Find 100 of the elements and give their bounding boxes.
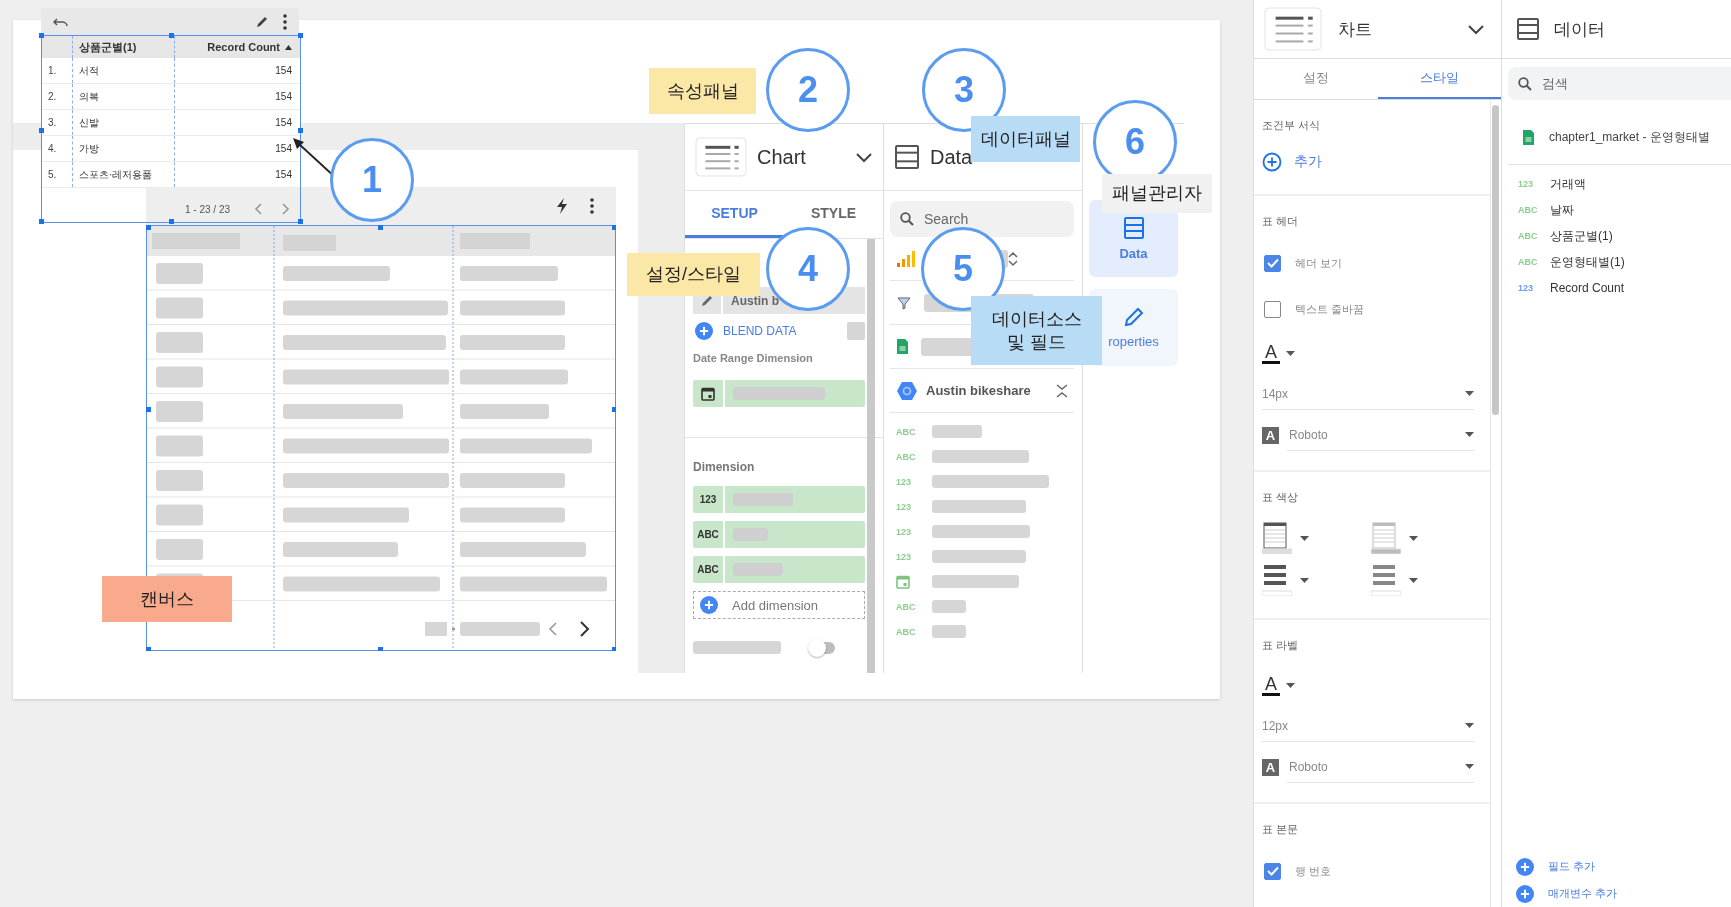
plus-icon[interactable]: [1262, 152, 1282, 172]
caret-icon[interactable]: [1465, 391, 1474, 396]
undo-icon[interactable]: [53, 16, 68, 27]
blend-data-link[interactable]: BLEND DATA: [723, 324, 797, 338]
row-number: 2.: [47, 90, 58, 104]
font-family-dropdown[interactable]: Roboto: [1287, 751, 1474, 783]
font-size-dropdown[interactable]: 14px: [1262, 378, 1474, 410]
section-label: Dimension: [693, 460, 756, 476]
chevron-down-icon[interactable]: [1467, 23, 1485, 35]
more-icon[interactable]: [590, 198, 594, 214]
field-type-label: ABC: [1518, 257, 1539, 267]
checkmark-icon: [1266, 866, 1279, 876]
annotation-tooltip: 설정/스타일: [627, 253, 760, 296]
resize-handle[interactable]: [39, 219, 44, 224]
toggle-switch[interactable]: [811, 641, 835, 654]
field-type-label: 123: [1518, 179, 1535, 189]
chart-type-label: Chart: [757, 145, 806, 169]
add-link[interactable]: 추가: [1294, 153, 1322, 171]
date-range-field[interactable]: [693, 380, 865, 407]
row-number: 3.: [47, 116, 58, 130]
add-link[interactable]: 매개변수 추가: [1548, 886, 1618, 901]
table-cell: 서적: [72, 58, 174, 83]
caret-icon[interactable]: [1465, 432, 1474, 437]
caret-icon[interactable]: [1300, 535, 1309, 541]
pencil-icon[interactable]: [255, 14, 269, 29]
sort-icon[interactable]: [285, 44, 292, 50]
field-name[interactable]: Record Count: [1550, 281, 1625, 295]
database-icon: [1122, 216, 1145, 240]
caret-icon[interactable]: [1409, 535, 1418, 541]
checkbox-label: 헤더 보기: [1295, 255, 1343, 271]
table-color-icon[interactable]: [1262, 522, 1292, 554]
table-color-icon[interactable]: [1371, 522, 1401, 554]
field-name[interactable]: 거래액: [1550, 175, 1586, 193]
resize-handle[interactable]: [298, 33, 303, 38]
plus-icon[interactable]: [1516, 857, 1534, 876]
section-label: Date Range Dimension: [693, 352, 814, 366]
caret-icon[interactable]: [1300, 577, 1309, 583]
plus-icon[interactable]: [695, 322, 713, 340]
field-name[interactable]: 상품군별(1): [1550, 227, 1613, 245]
checkmark-icon: [1266, 258, 1279, 268]
more-icon[interactable]: [283, 13, 287, 30]
field-type-label: 123: [1518, 283, 1535, 293]
checkbox[interactable]: [1264, 862, 1281, 880]
field-name[interactable]: 날짜: [1550, 201, 1574, 219]
field-type-label: ABC: [1518, 231, 1539, 241]
resize-handle[interactable]: [298, 128, 303, 133]
font-size-dropdown[interactable]: 12px: [1262, 710, 1474, 742]
search-icon: [900, 212, 914, 226]
field-type-label: ABC: [896, 601, 917, 612]
pencil-icon[interactable]: [700, 293, 714, 308]
resize-handle[interactable]: [169, 33, 174, 38]
resize-handle[interactable]: [39, 33, 44, 38]
step-number-tooltip: 2: [766, 48, 850, 132]
database-icon: [1516, 17, 1540, 41]
chevron-left-icon[interactable]: [254, 203, 262, 215]
resize-handle[interactable]: [298, 219, 303, 224]
field-name[interactable]: 운영형태별(1): [1550, 253, 1625, 271]
checkbox[interactable]: [1264, 300, 1281, 318]
data-source-name[interactable]: chapter1_market - 운영형태별: [1549, 128, 1710, 146]
collapse-icon[interactable]: [1056, 382, 1068, 399]
plus-icon[interactable]: [1516, 884, 1534, 903]
pagination-text: 1 - 23 / 23: [184, 203, 230, 215]
field-type-label: ABC: [1518, 205, 1539, 215]
table-color-icon[interactable]: [1371, 564, 1401, 596]
font-icon: A: [1262, 426, 1279, 444]
plus-icon[interactable]: [700, 596, 718, 614]
sort-arrows-icon[interactable]: [1008, 250, 1018, 267]
caret-icon[interactable]: [1286, 682, 1295, 688]
caret-icon[interactable]: [1409, 577, 1418, 583]
chevron-down-icon[interactable]: [855, 151, 873, 163]
resize-handle[interactable]: [169, 219, 174, 224]
section-title: 표 색상: [1262, 490, 1300, 505]
dimension-field[interactable]: ABC: [693, 556, 865, 583]
caret-icon[interactable]: [1465, 764, 1474, 769]
field-type-label: ABC: [896, 626, 917, 637]
add-link[interactable]: 필드 추가: [1548, 859, 1596, 874]
caret-icon[interactable]: [1465, 723, 1474, 728]
search-field[interactable]: 검색: [1542, 71, 1731, 96]
dimension-field[interactable]: ABC: [693, 521, 865, 548]
tab[interactable]: 설정: [1254, 59, 1378, 99]
font-color-button[interactable]: A: [1262, 674, 1280, 696]
chart-type-label: 차트: [1338, 18, 1372, 41]
resize-handle[interactable]: [39, 128, 44, 133]
checkbox[interactable]: [1264, 254, 1281, 272]
scrollbar[interactable]: [867, 239, 875, 673]
add-dimension-button[interactable]: Add dimension: [693, 591, 865, 619]
table-color-icon[interactable]: [1262, 564, 1292, 596]
row-number: 4.: [47, 142, 58, 156]
chevron-right-icon[interactable]: [282, 203, 290, 215]
font-family-dropdown[interactable]: Roboto: [1287, 419, 1474, 451]
calendar-icon: [701, 386, 715, 401]
search-bar[interactable]: Search: [890, 201, 1074, 237]
dimension-field[interactable]: 123: [693, 486, 865, 513]
font-color-button[interactable]: A: [1262, 342, 1280, 364]
caret-icon[interactable]: [1286, 350, 1295, 356]
lightning-icon[interactable]: [556, 197, 568, 215]
search-bar[interactable]: 검색: [1508, 67, 1731, 100]
panel-title: Data: [930, 145, 973, 169]
database-icon: [894, 144, 920, 170]
scrollbar[interactable]: [1492, 105, 1499, 415]
